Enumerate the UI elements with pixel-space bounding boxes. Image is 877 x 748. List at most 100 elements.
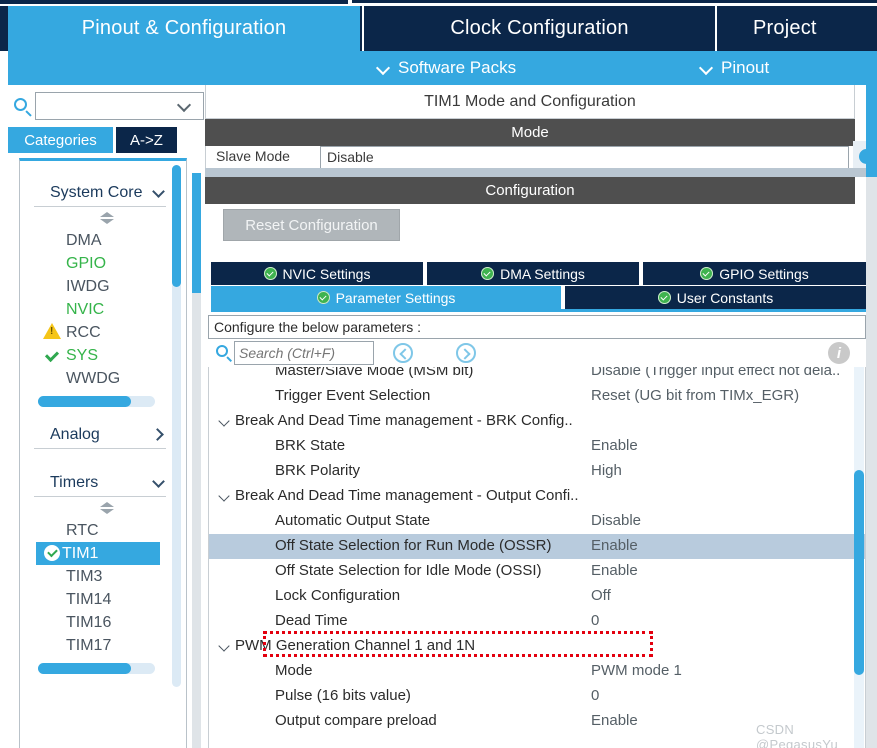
tab-gpio-settings[interactable]: GPIO Settings [643,262,866,285]
sidebar-item-dma[interactable]: DMA [40,229,160,252]
chevron-down-icon [153,188,166,198]
tab-pinout-configuration[interactable]: Pinout & Configuration [8,6,360,51]
param-name: Off State Selection for Idle Mode (OSSI) [275,562,542,579]
sidebar-group-timers[interactable]: Timers [34,469,166,497]
window-scrollbar-thumb[interactable] [866,85,877,177]
parameter-search-row: i [208,339,866,367]
param-value: High [591,462,622,479]
param-value: 0 [591,612,600,629]
chevron-down-icon [153,478,166,488]
sidebar-item-tim14[interactable]: TIM14 [40,588,160,611]
pinout-menu[interactable]: Pinout [700,51,769,85]
parameter-search-input[interactable] [234,341,374,365]
table-row[interactable]: Pulse (16 bits value) 0 [209,684,865,709]
param-value: Disable (Trigger input effect not dela.. [591,367,841,379]
sidebar-item-tim3[interactable]: TIM3 [40,565,160,588]
tab-project[interactable]: Project [719,6,877,51]
check-circle-icon [700,267,714,280]
sidebar-search-row [8,92,204,122]
timers-hscrollbar[interactable] [38,663,155,674]
previous-match-icon[interactable] [393,343,413,363]
slave-mode-select[interactable]: Disable [320,146,849,168]
sidebar-search-dropdown[interactable] [164,92,204,120]
table-row[interactable]: Trigger Event Selection Reset (UG bit fr… [209,384,865,409]
reset-configuration-button[interactable]: Reset Configuration [223,209,400,241]
table-row[interactable]: Lock Configuration Off [209,584,865,609]
param-group-name: PWM Generation Channel 1 and 1N [235,637,476,654]
table-row[interactable]: Off State Selection for Idle Mode (OSSI)… [209,559,865,584]
tab-pinout-configuration-label: Pinout & Configuration [81,17,287,39]
scroll-updown-handle-timers[interactable] [100,502,114,514]
tab-categories-label: Categories [24,131,97,149]
cubemx-window: Pinout & Configuration Clock Configurati… [0,0,877,748]
param-value: Reset (UG bit from TIMx_EGR) [591,387,800,404]
sidebar-item-wwdg-label: WWDG [66,369,121,387]
table-row[interactable]: Automatic Output State Disable [209,509,865,534]
chevron-down-icon [219,418,231,427]
search-icon [14,98,27,111]
table-row[interactable]: Dead Time 0 [209,609,865,634]
param-value: 0 [591,687,600,704]
sidebar-item-tim16[interactable]: TIM16 [40,611,160,634]
sidebar-group-analog[interactable]: Analog [34,421,166,449]
table-row-selected[interactable]: Off State Selection for Run Mode (OSSR) … [209,534,865,559]
tab-a-to-z[interactable]: A->Z [116,127,177,153]
sidebar-item-tim1[interactable]: TIM1 [36,542,160,565]
configure-notice-label: Configure the below parameters : [214,319,421,335]
system-core-hscrollbar-thumb[interactable] [38,396,131,407]
parameter-list: Master/Slave Mode (MSM bit) Disable (Tri… [208,367,866,748]
tab-nvic-settings[interactable]: NVIC Settings [211,262,425,285]
window-scrollbar[interactable] [866,85,877,748]
tree-vscrollbar-thumb[interactable] [172,165,181,287]
tab-gpio-settings-label: GPIO Settings [719,265,809,282]
table-row-group[interactable]: Break And Dead Time management - Output … [209,484,865,509]
info-icon[interactable]: i [828,342,850,364]
scroll-updown-handle-system-core[interactable] [100,212,114,224]
table-row[interactable]: BRK Polarity High [209,459,865,484]
table-row[interactable]: BRK State Enable [209,434,865,459]
sidebar-item-nvic-label: NVIC [66,300,105,318]
system-core-hscrollbar[interactable] [38,396,155,407]
peripheral-sidebar: Categories A->Z System Core DMA GPIO IWD… [0,85,205,748]
timers-hscrollbar-thumb[interactable] [38,663,131,674]
tab-parameter-settings[interactable]: Parameter Settings [211,286,563,309]
table-row-group[interactable]: Break And Dead Time management - BRK Con… [209,409,865,434]
param-name: Master/Slave Mode (MSM bit) [275,367,474,379]
check-circle-icon [657,291,671,304]
sidebar-item-tim17[interactable]: TIM17 [40,634,160,657]
table-row-group[interactable]: PWM Generation Channel 1 and 1N [209,634,865,659]
sidebar-item-iwdg[interactable]: IWDG [40,275,160,298]
table-row[interactable]: Mode PWM mode 1 [209,659,865,684]
parameter-list-scrollbar[interactable] [854,367,864,748]
tab-dma-settings[interactable]: DMA Settings [427,262,641,285]
sidebar-item-rcc-label: RCC [66,323,101,341]
table-row[interactable]: Master/Slave Mode (MSM bit) Disable (Tri… [209,367,865,384]
sidebar-item-rtc[interactable]: RTC [40,519,160,542]
configuration-tab-accent [211,309,866,312]
next-match-icon[interactable] [456,343,476,363]
sidebar-item-tim14-label: TIM14 [66,590,112,608]
checkmark-icon [44,347,60,363]
sidebar-item-rcc[interactable]: RCC [40,321,160,344]
sidebar-item-wwdg[interactable]: WWDG [40,367,160,390]
sidebar-outer-scrollbar[interactable] [192,173,201,748]
param-name: Automatic Output State [275,512,431,529]
tab-categories[interactable]: Categories [8,127,113,153]
parameter-list-scrollbar-thumb[interactable] [854,470,864,675]
tree-vscrollbar[interactable] [172,165,181,687]
check-circle-icon [316,291,330,304]
sidebar-item-nvic[interactable]: NVIC [40,298,160,321]
sidebar-item-sys[interactable]: SYS [40,344,160,367]
main-tabbar: Pinout & Configuration Clock Configurati… [0,6,877,51]
sidebar-item-rtc-label: RTC [66,521,99,539]
tab-clock-configuration[interactable]: Clock Configuration [362,6,717,51]
configuration-tabs-top: NVIC Settings DMA Settings GPIO Settings [211,262,866,285]
sidebar-outer-scrollbar-thumb[interactable] [192,173,201,293]
check-circle-icon [44,545,60,561]
sidebar-search-input[interactable] [35,92,165,120]
slave-mode-label: Slave Mode [216,148,290,164]
sidebar-group-system-core[interactable]: System Core [34,179,166,207]
software-packs-menu[interactable]: Software Packs [377,51,516,85]
sidebar-item-gpio[interactable]: GPIO [40,252,160,275]
tab-user-constants[interactable]: User Constants [565,286,866,309]
